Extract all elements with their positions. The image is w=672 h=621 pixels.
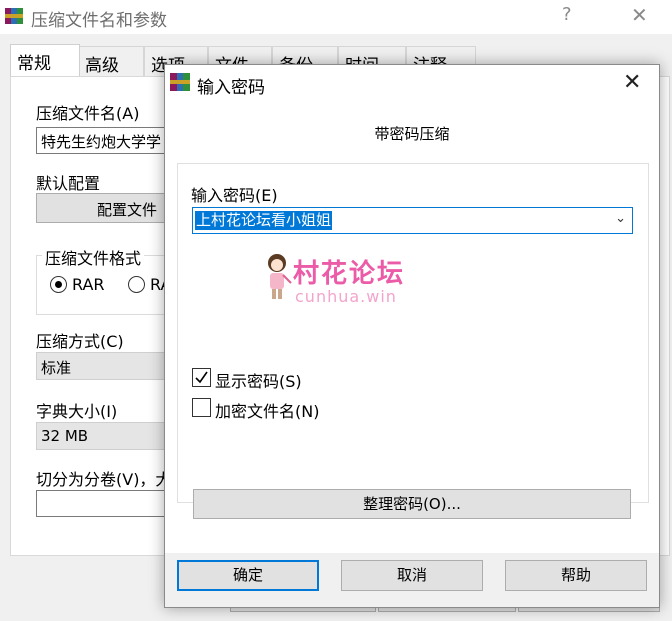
dialog-titlebar: 输入密码 ✕ xyxy=(165,65,659,103)
format-rar-radio[interactable] xyxy=(50,276,67,293)
method-select[interactable]: 标准 xyxy=(36,352,176,380)
watermark-url: cunhua.win xyxy=(295,287,397,306)
help-icon[interactable]: ? xyxy=(562,4,572,25)
archive-name-label: 压缩文件名(A) xyxy=(36,104,140,123)
method-label: 压缩方式(C) xyxy=(36,332,124,351)
dialog-title: 输入密码 xyxy=(197,78,265,98)
checkmark-icon xyxy=(195,371,208,384)
dictionary-label: 字典大小(I) xyxy=(36,402,118,421)
format-rar-label: RAR xyxy=(72,275,105,294)
winrar-icon xyxy=(170,73,190,91)
show-password-checkbox[interactable] xyxy=(192,368,211,387)
archive-name-input[interactable]: 特先生约炮大学学 xyxy=(36,127,176,154)
enter-password-dialog: 输入密码 ✕ 带密码压缩 输入密码(E) 上村花论坛看小姐姐 ⌄ 村花论坛 cu… xyxy=(164,64,660,608)
split-volumes-label: 切分为分卷(V)，大 xyxy=(36,470,172,489)
cancel-button[interactable]: 取消 xyxy=(341,560,483,591)
profiles-button[interactable]: 配置文件 xyxy=(36,193,176,223)
tab-general[interactable]: 常规 xyxy=(10,44,80,76)
help-button[interactable]: 帮助 xyxy=(505,560,647,591)
chevron-down-icon[interactable]: ⌄ xyxy=(615,211,626,226)
password-label: 输入密码(E) xyxy=(191,186,278,205)
show-password-label: 显示密码(S) xyxy=(215,372,302,391)
ok-button[interactable]: 确定 xyxy=(177,560,319,591)
dialog-subtitle: 带密码压缩 xyxy=(374,125,450,143)
close-icon[interactable]: ✕ xyxy=(631,3,648,27)
watermark: 村花论坛 cunhua.win xyxy=(261,251,421,311)
default-profile-label: 默认配置 xyxy=(36,174,101,193)
close-icon[interactable]: ✕ xyxy=(623,70,641,95)
window-titlebar: 压缩文件名和参数 ? ✕ xyxy=(0,0,672,34)
password-input-value[interactable]: 上村花论坛看小姐姐 xyxy=(195,211,333,230)
girl-mascot-icon xyxy=(268,254,292,299)
organize-passwords-button[interactable]: 整理密码(O)... xyxy=(193,489,631,519)
format-rar5-radio[interactable] xyxy=(128,276,145,293)
encrypt-filenames-label: 加密文件名(N) xyxy=(215,402,320,421)
format-group-title: 压缩文件格式 xyxy=(42,245,145,269)
tab-advanced[interactable]: 高级 xyxy=(78,46,144,76)
password-combobox[interactable]: 上村花论坛看小姐姐 ⌄ xyxy=(192,207,633,234)
split-volumes-input[interactable] xyxy=(36,490,176,517)
watermark-text: 村花论坛 xyxy=(293,259,406,289)
window-title: 压缩文件名和参数 xyxy=(31,11,167,31)
winrar-icon xyxy=(5,8,23,24)
encrypt-filenames-checkbox[interactable] xyxy=(192,398,211,417)
dictionary-select[interactable]: 32 MB xyxy=(36,422,176,450)
